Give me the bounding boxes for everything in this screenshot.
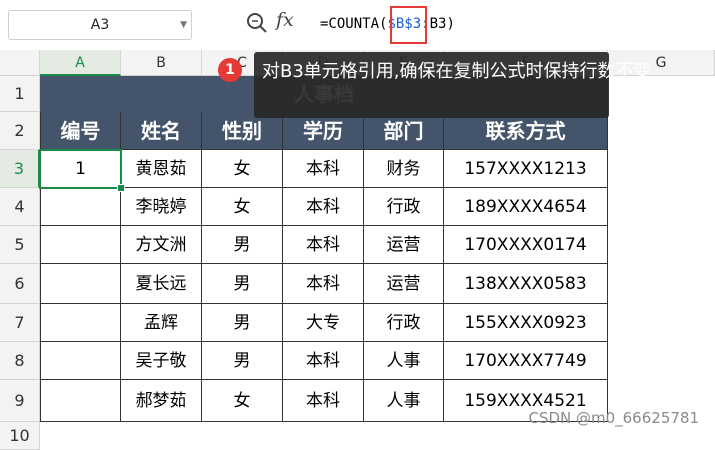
data-cell[interactable]: 孟辉 xyxy=(121,304,202,342)
data-cell[interactable]: 170XXXX7749 xyxy=(444,342,608,380)
select-all-corner[interactable] xyxy=(0,50,40,76)
data-cell[interactable]: 189XXXX4654 xyxy=(444,188,608,226)
data-cell[interactable]: 吴子敬 xyxy=(121,342,202,380)
data-cell[interactable] xyxy=(40,226,121,264)
data-cell[interactable] xyxy=(40,264,121,304)
data-cell[interactable]: 行政 xyxy=(364,188,444,226)
chevron-down-icon[interactable]: ▼ xyxy=(180,11,187,39)
data-cell[interactable]: 男 xyxy=(202,226,283,264)
data-cell[interactable]: 人事 xyxy=(364,380,444,422)
data-cell[interactable]: 本科 xyxy=(283,342,364,380)
data-cell[interactable]: 人事 xyxy=(364,342,444,380)
data-cell[interactable]: 本科 xyxy=(283,150,364,188)
data-cell[interactable]: 黄恩茹 xyxy=(121,150,202,188)
data-cell[interactable]: 夏长远 xyxy=(121,264,202,304)
column-header-b[interactable]: B xyxy=(121,50,202,76)
row-header-5[interactable]: 5 xyxy=(0,226,40,264)
annotation-badge: 1 xyxy=(218,58,242,82)
data-cell[interactable]: 大专 xyxy=(283,304,364,342)
formula-bar: A3 ▼ fx =COUNTA($B$3:B3) xyxy=(0,0,715,51)
data-cell[interactable]: 男 xyxy=(202,304,283,342)
data-cell[interactable]: 男 xyxy=(202,264,283,304)
annotation-text: 对B3单元格引用,确保在复制公式时保持行数不变 xyxy=(262,61,652,82)
data-cell[interactable]: 170XXXX0174 xyxy=(444,226,608,264)
data-cell[interactable]: 本科 xyxy=(283,380,364,422)
row-header-2[interactable]: 2 xyxy=(0,112,40,150)
header-cell[interactable]: 姓名 xyxy=(121,112,202,150)
name-box-value: A3 xyxy=(90,17,110,33)
data-cell[interactable]: 财务 xyxy=(364,150,444,188)
data-cell[interactable]: 女 xyxy=(202,380,283,422)
data-cell[interactable]: 本科 xyxy=(283,226,364,264)
row-header-8[interactable]: 8 xyxy=(0,342,40,380)
data-cell[interactable]: 155XXXX0923 xyxy=(444,304,608,342)
row-header-4[interactable]: 4 xyxy=(0,188,40,226)
formula-prefix: =COUNTA( xyxy=(320,16,388,32)
fill-handle[interactable] xyxy=(117,184,125,192)
formula-input[interactable]: =COUNTA($B$3:B3) xyxy=(320,12,455,36)
data-cell[interactable]: 157XXXX1213 xyxy=(444,150,608,188)
data-cell[interactable]: 女 xyxy=(202,150,283,188)
zoom-function-icon[interactable] xyxy=(246,12,268,34)
data-cell[interactable] xyxy=(40,304,121,342)
data-cell[interactable]: 本科 xyxy=(283,264,364,304)
watermark: CSDN @m0_66625781 xyxy=(528,409,699,427)
row-header-9[interactable]: 9 xyxy=(0,380,40,422)
data-cell[interactable]: 女 xyxy=(202,188,283,226)
data-cell[interactable] xyxy=(40,342,121,380)
data-cell[interactable]: 男 xyxy=(202,342,283,380)
data-cell[interactable]: 本科 xyxy=(283,188,364,226)
row-header-7[interactable]: 7 xyxy=(0,304,40,342)
data-cell[interactable] xyxy=(40,188,121,226)
data-cell[interactable]: 郝梦茹 xyxy=(121,380,202,422)
row-header-1[interactable]: 1 xyxy=(0,76,40,112)
column-header-a[interactable]: A xyxy=(40,50,121,76)
data-cell[interactable]: 行政 xyxy=(364,304,444,342)
formula-highlight-box xyxy=(390,6,427,44)
row-header-3[interactable]: 3 xyxy=(0,150,40,188)
header-cell[interactable]: 编号 xyxy=(40,112,121,150)
row-header-6[interactable]: 6 xyxy=(0,264,40,304)
annotation-tooltip: 对B3单元格引用,确保在复制公式时保持行数不变 xyxy=(254,52,652,118)
row-header-10[interactable]: 10 xyxy=(0,422,40,450)
data-cell[interactable]: 138XXXX0583 xyxy=(444,264,608,304)
name-box[interactable]: A3 ▼ xyxy=(8,10,192,40)
data-cell[interactable]: 方文洲 xyxy=(121,226,202,264)
data-cell[interactable] xyxy=(40,380,121,422)
fx-icon[interactable]: fx xyxy=(276,9,294,31)
active-cell-outline xyxy=(39,149,122,189)
data-cell[interactable]: 运营 xyxy=(364,264,444,304)
data-cell[interactable]: 李晓婷 xyxy=(121,188,202,226)
data-cell[interactable]: 运营 xyxy=(364,226,444,264)
